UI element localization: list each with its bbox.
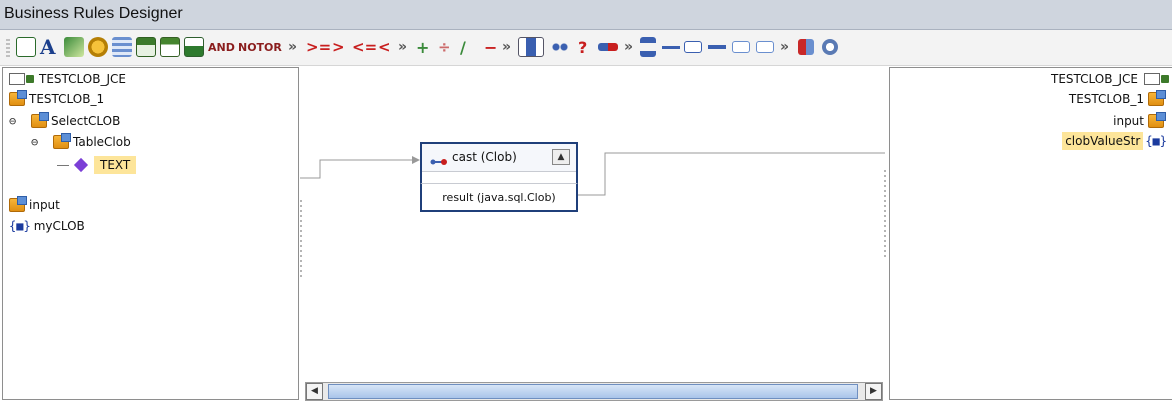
toolbar: A AND NOT OR » >= > <= < » + ÷ / − » ? »… (0, 30, 1172, 66)
print-icon[interactable] (184, 34, 204, 60)
tree-root-label: TESTCLOB_JCE (39, 72, 126, 86)
subtract-button[interactable]: − (484, 34, 497, 60)
help-icon[interactable]: ? (578, 34, 587, 60)
source-tree-panel: TESTCLOB_JCE TESTCLOB_1 ⊖ SelectCLOB ⊖ T… (2, 67, 299, 400)
wizard-icon[interactable] (64, 34, 84, 60)
variable-icon: {■} (9, 219, 31, 233)
lt-button[interactable]: < (378, 34, 391, 60)
gear-icon[interactable] (88, 34, 108, 60)
tree-item-label: input (1113, 114, 1144, 128)
tree-icon (1144, 73, 1169, 85)
more-chevron[interactable]: » (288, 34, 297, 60)
table-icon[interactable] (112, 34, 132, 60)
tree-item-label: input (29, 198, 60, 212)
tree-icon[interactable] (136, 34, 156, 60)
scroll-left-icon[interactable]: ◀ (306, 383, 323, 400)
rule-icon[interactable] (16, 34, 36, 60)
tree-item[interactable]: ⊖ TableClob (31, 133, 131, 151)
tree-root-row[interactable]: TESTCLOB_JCE (9, 70, 126, 88)
tree-root-label: TESTCLOB_JCE (1051, 72, 1138, 86)
tree-item-label: clobValueStr (1062, 132, 1144, 150)
divide-button[interactable]: ÷ (438, 34, 451, 60)
bracket-icon[interactable] (756, 34, 774, 60)
tree-item-label: TESTCLOB_1 (1068, 92, 1144, 106)
cast-node-title: cast (Clob) (452, 150, 517, 164)
field-icon (73, 157, 89, 173)
database-icon (31, 112, 49, 128)
join-icon[interactable] (662, 34, 680, 60)
database-icon (53, 133, 71, 149)
cast-icon (430, 152, 447, 165)
tree-item-label: SelectCLOB (51, 114, 121, 128)
tree-item[interactable]: input (1113, 112, 1168, 130)
cast-icon[interactable] (518, 34, 544, 60)
slash-button[interactable]: / (460, 34, 466, 60)
canvas-horizontal-scrollbar[interactable]: ◀ ▶ (305, 382, 883, 401)
tree-root-row[interactable]: TESTCLOB_JCE (1051, 70, 1170, 88)
grip-icon[interactable] (6, 39, 10, 59)
scroll-right-icon[interactable]: ▶ (865, 383, 882, 400)
lte-button[interactable]: <= (352, 34, 377, 60)
add-button[interactable]: + (416, 34, 429, 60)
logic-and-button[interactable]: AND (208, 34, 235, 60)
tree-item-text[interactable]: TEXT (57, 154, 137, 176)
heart-icon[interactable] (822, 34, 838, 60)
tree-item[interactable]: TESTCLOB_1 (9, 90, 104, 108)
save-icon[interactable] (160, 34, 180, 60)
expand-icon[interactable]: ⊖ (9, 115, 21, 127)
more-chevron[interactable]: » (624, 34, 633, 60)
arrow-icon[interactable] (708, 34, 726, 60)
bracket-icon[interactable] (684, 34, 702, 60)
right-splitter[interactable] (884, 170, 886, 260)
cast-node-header[interactable]: cast (Clob) ▲ (422, 144, 576, 172)
tree-item-label: TESTCLOB_1 (29, 92, 105, 106)
cast-output-label: result (java.sql.Clob) (442, 190, 556, 204)
expand-icon[interactable]: ⊖ (31, 136, 43, 148)
grid-icon[interactable] (798, 34, 814, 60)
more-chevron[interactable]: » (398, 34, 407, 60)
database-icon (1148, 90, 1166, 106)
logic-not-button[interactable]: NOT (238, 34, 264, 60)
cast-output-port[interactable]: result (java.sql.Clob) (420, 183, 578, 212)
scroll-thumb[interactable] (328, 384, 858, 399)
gte-button[interactable]: >= (306, 34, 331, 60)
more-chevron[interactable]: » (502, 34, 511, 60)
more-icon[interactable]: » (780, 34, 789, 60)
tree-item[interactable]: input (9, 196, 60, 214)
link-text-to-any (300, 159, 418, 179)
tree-icon (9, 73, 34, 85)
target-tree-panel: TESTCLOB_JCE TESTCLOB_1 input clobValueS… (889, 67, 1172, 400)
bracket-icon[interactable] (732, 34, 750, 60)
tree-connector (57, 164, 69, 166)
database-icon (9, 196, 27, 212)
variable-icon: {■} (1145, 134, 1167, 148)
method-icon[interactable] (598, 34, 618, 60)
window-title: Business Rules Designer (4, 5, 183, 22)
logic-or-button[interactable]: OR (264, 34, 282, 60)
text-a-icon[interactable]: A (40, 34, 56, 60)
link-result-to-clobvaluestr (578, 152, 885, 196)
split-icon[interactable] (640, 34, 656, 60)
tree-item[interactable]: {■} myCLOB (9, 217, 85, 235)
gt-button[interactable]: > (332, 34, 345, 60)
database-icon (1148, 112, 1166, 128)
tree-item-label: TableClob (73, 135, 131, 149)
link-arrow (412, 156, 420, 164)
database-icon (9, 90, 27, 106)
tree-item-label: myCLOB (33, 219, 85, 233)
tree-item[interactable]: TESTCLOB_1 (1069, 90, 1168, 108)
tree-item-label: TEXT (94, 156, 137, 174)
tree-item-clobvaluestr[interactable]: clobValueStr {■} (1062, 132, 1170, 150)
link-icon[interactable] (550, 34, 570, 60)
window-titlebar: Business Rules Designer (0, 0, 1172, 30)
collapse-icon[interactable]: ▲ (552, 149, 570, 165)
tree-item[interactable]: ⊖ SelectCLOB (9, 112, 120, 130)
mapping-canvas (300, 152, 885, 196)
